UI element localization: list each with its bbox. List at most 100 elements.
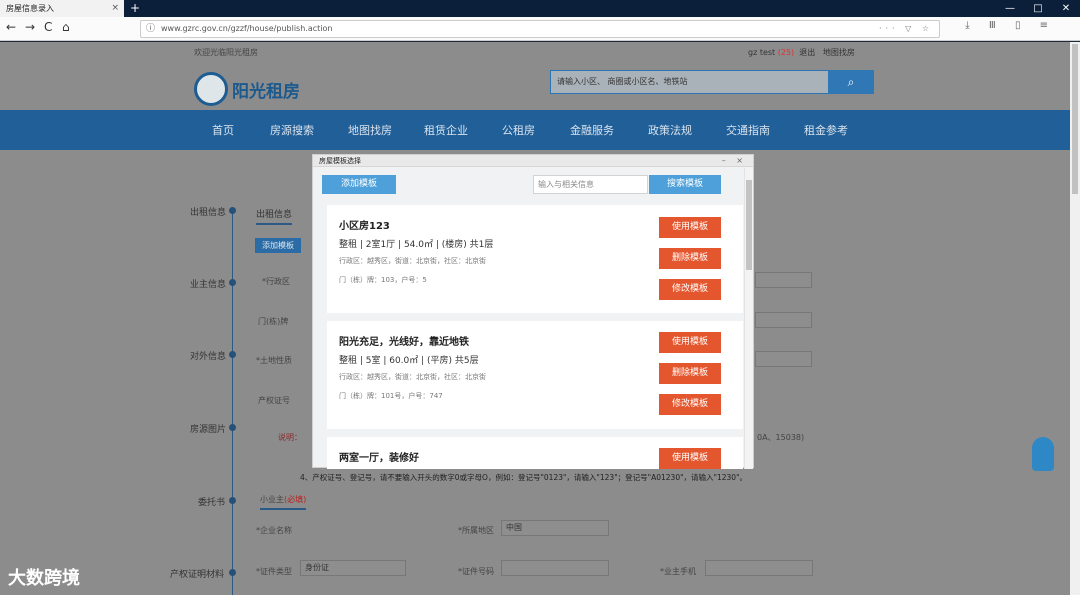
card-title: 小区房123 — [339, 221, 390, 232]
minimize-button[interactable]: — — [996, 0, 1024, 17]
side-public-info[interactable]: 对外信息 — [190, 349, 226, 362]
close-window-button[interactable]: ✕ — [1052, 0, 1080, 17]
nav-finance[interactable]: 金融服务 — [570, 122, 614, 138]
card-spec: 整租 | 2室1厅 | 54.0㎡ | (楼房) 共1层 — [339, 240, 494, 250]
card-spec: 整租 | 5室 | 60.0㎡ | (平房) 共5层 — [339, 356, 479, 366]
logout-link[interactable]: 退出 — [799, 48, 815, 57]
page-scrollbar[interactable] — [1070, 42, 1080, 595]
label-district: *行政区 — [262, 277, 290, 286]
back-button[interactable]: ← — [6, 20, 16, 34]
card-title: 阳光充足，光线好，靠近地铁 — [339, 337, 469, 348]
nav-rent-reference[interactable]: 租金参考 — [804, 122, 848, 138]
note-tail: 0A、15038) — [757, 433, 805, 442]
side-dot — [229, 569, 236, 576]
nav-search[interactable]: 房源搜索 — [270, 122, 314, 138]
user-bar: gz test (25) 退出 地图找房 — [748, 47, 855, 58]
nav-companies[interactable]: 租赁企业 — [424, 122, 468, 138]
district-field[interactable] — [755, 272, 812, 288]
window-controls: — □ ✕ — [996, 0, 1080, 17]
use-template-button[interactable]: 使用模板 — [659, 217, 721, 238]
card-location: 行政区：越秀区，街道：北京街，社区：北京街 — [339, 257, 486, 265]
use-template-button[interactable]: 使用模板 — [659, 448, 721, 469]
forward-button[interactable]: → — [25, 20, 35, 34]
welcome-text: 欢迎光临阳光租房 — [194, 48, 258, 57]
tab-rent-info[interactable]: 出租信息 — [256, 207, 293, 225]
template-card: 小区房123 整租 | 2室1厅 | 54.0㎡ | (楼房) 共1层 行政区：… — [327, 205, 743, 313]
edit-template-button[interactable]: 修改模板 — [659, 394, 721, 415]
label-region: *所属地区 — [458, 526, 494, 535]
side-rent-info[interactable]: 出租信息 — [190, 205, 226, 218]
modal-scrollbar[interactable] — [744, 168, 753, 469]
nav-policy[interactable]: 政策法规 — [648, 122, 692, 138]
label-door: 门(栋)牌 — [258, 317, 289, 326]
browser-tabbar: 房屋信息录入 × + — □ ✕ — [0, 0, 1080, 17]
note-label: 说明： — [278, 433, 302, 442]
add-template-button-bg[interactable]: 添加模板 — [255, 238, 301, 253]
use-template-button[interactable]: 使用模板 — [659, 332, 721, 353]
phone-input[interactable] — [705, 560, 813, 576]
page-scroll-thumb[interactable] — [1072, 44, 1078, 194]
site-search-input[interactable]: 请输入小区、 商圈或小区名、地铁站 — [550, 70, 830, 94]
side-photos[interactable]: 房源图片 — [190, 422, 226, 435]
modal-close-icon[interactable]: – × — [722, 155, 747, 167]
modal-title: 房屋模板选择 — [319, 157, 361, 165]
new-tab-button[interactable]: + — [130, 0, 140, 16]
toolbar-icons[interactable]: ⤓ Ⅲ ▯ ≡ — [965, 20, 1056, 31]
template-card: 阳光充足，光线好，靠近地铁 整租 | 5室 | 60.0㎡ | (平房) 共5层… — [327, 321, 743, 429]
reload-button[interactable]: C — [44, 20, 52, 34]
nav-map[interactable]: 地图找房 — [348, 122, 392, 138]
id-type-select[interactable]: 身份证 — [300, 560, 406, 576]
tab-owner-label: 小业主 — [260, 495, 284, 504]
label-company: *企业名称 — [256, 526, 292, 535]
browser-navbar: ← → C ⌂ ⓘ www.gzrc.gov.cn/gzzf/house/pub… — [0, 17, 1080, 41]
note-text: 4、产权证号、登记号，请不要输入开头的数字0或字母O，例如：登记号"0123"，… — [300, 473, 748, 482]
label-id-type: *证件类型 — [256, 567, 292, 576]
door-field[interactable] — [755, 312, 812, 328]
land-select[interactable] — [755, 351, 812, 367]
region-select[interactable]: 中国 — [501, 520, 609, 536]
side-letter[interactable]: 委托书 — [198, 495, 225, 508]
address-bar[interactable]: ⓘ www.gzrc.gov.cn/gzzf/house/publish.act… — [140, 20, 940, 38]
modal-add-template-button[interactable]: 添加模板 — [322, 175, 396, 194]
side-owner-info[interactable]: 业主信息 — [190, 277, 226, 290]
maximize-button[interactable]: □ — [1024, 0, 1052, 17]
logo-text: 阳光租房 — [232, 82, 300, 102]
side-dot — [229, 424, 236, 431]
modal-search-button[interactable]: 搜索模板 — [649, 175, 721, 194]
modal-search-input[interactable]: 输入与相关信息 — [533, 175, 648, 194]
side-property-docs[interactable]: 产权证明材料 — [170, 567, 224, 580]
rocket-icon[interactable] — [1032, 437, 1054, 471]
side-dot — [229, 351, 236, 358]
nav-traffic[interactable]: 交通指南 — [726, 122, 770, 138]
label-phone: *业主手机 — [660, 567, 696, 576]
required-mark: (必填) — [284, 495, 307, 504]
label-id-no: *证件号码 — [458, 567, 494, 576]
search-icon[interactable]: ⌕ — [828, 70, 874, 94]
template-card: 两室一厅，装修好 使用模板 — [327, 437, 743, 469]
label-land: *土地性质 — [256, 356, 292, 365]
id-number-input[interactable] — [501, 560, 609, 576]
home-button[interactable]: ⌂ — [62, 20, 70, 34]
tab-title: 房屋信息录入 — [6, 4, 54, 13]
map-search-link[interactable]: 地图找房 — [823, 48, 855, 57]
browser-tab[interactable]: 房屋信息录入 × — [0, 0, 124, 17]
username[interactable]: gz test — [748, 48, 775, 57]
tab-owner[interactable]: 小业主(必填) — [260, 494, 307, 510]
nav-public-housing[interactable]: 公租房 — [502, 122, 535, 138]
edit-template-button[interactable]: 修改模板 — [659, 279, 721, 300]
card-door: 门（栋）牌：103，户号：5 — [339, 276, 427, 284]
delete-template-button[interactable]: 删除模板 — [659, 363, 721, 384]
url-tools-icon[interactable]: ··· ▽ ☆ — [879, 21, 933, 37]
card-door: 门（栋）牌：101号，户号：747 — [339, 392, 443, 400]
modal-scroll-thumb[interactable] — [746, 180, 752, 270]
main-nav: 首页 房源搜索 地图找房 租赁企业 公租房 金融服务 政策法规 交通指南 租金参… — [0, 110, 1070, 150]
template-modal: 房屋模板选择 – × 添加模板 输入与相关信息 搜索模板 小区房123 整租 |… — [312, 154, 754, 469]
nav-home[interactable]: 首页 — [212, 122, 234, 138]
side-dot — [229, 497, 236, 504]
side-dot — [229, 207, 236, 214]
message-count[interactable]: (25) — [778, 48, 794, 57]
delete-template-button[interactable]: 删除模板 — [659, 248, 721, 269]
side-timeline — [232, 212, 233, 595]
info-icon: ⓘ — [146, 24, 156, 34]
tab-close-icon[interactable]: × — [111, 0, 119, 17]
